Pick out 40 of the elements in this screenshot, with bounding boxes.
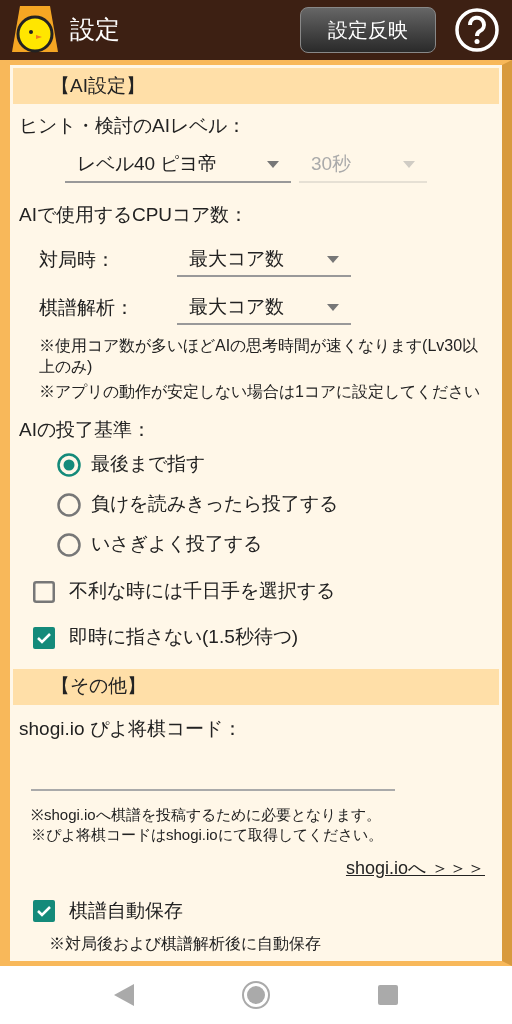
caret-icon: [327, 303, 339, 311]
dropdown[interactable]: レベル40 ピヨ帝: [65, 148, 291, 183]
note-text: ※ぴよ将棋コードはshogi.ioにて取得してください。: [31, 825, 384, 845]
caret-icon: [327, 255, 339, 263]
field-label: 対局時：: [39, 247, 116, 272]
note-text: ※対局後および棋譜解析後に自動保存: [48, 934, 322, 954]
section-heading: 【AI設定】: [13, 68, 499, 104]
radio-label: 負けを読みきったら投了する: [91, 492, 338, 517]
caret-icon: [403, 161, 415, 168]
apply-settings-button[interactable]: 設定反映: [300, 7, 436, 53]
dropdown[interactable]: 最大コア数: [177, 243, 351, 277]
screen-title: 設定: [70, 14, 120, 46]
checkbox-label: 不利な時には千日手を選択する: [69, 579, 335, 604]
field-label: AIで使用するCPUコア数：: [19, 202, 250, 227]
radio-button[interactable]: [57, 492, 81, 517]
note-text: ※使用コア数が多いほどAIの思考時間が速くなります(Lv30以上のみ): [39, 336, 480, 377]
field-label: AIの投了基準：: [19, 418, 152, 442]
caret-icon: [267, 161, 279, 168]
section-heading: 【その他】: [13, 668, 499, 705]
radio-label: いさぎよく投了する: [91, 532, 262, 557]
recents-icon[interactable]: [378, 985, 399, 1005]
checkbox[interactable]: [33, 626, 55, 649]
radio-button[interactable]: [57, 452, 81, 477]
checkbox[interactable]: [33, 580, 55, 603]
radio-button[interactable]: [57, 532, 81, 557]
dropdown[interactable]: 最大コア数: [177, 291, 351, 325]
field-label: 棋譜解析：: [39, 295, 135, 320]
home-icon[interactable]: [241, 980, 271, 1010]
field-label: shogi.io ぴよ将棋コード：: [19, 716, 243, 741]
note-text: ※アプリの動作が安定しない場合は1コアに設定してください: [39, 382, 481, 402]
checkbox[interactable]: [33, 900, 55, 922]
field-label: ヒント・検討のAIレベル：: [19, 114, 247, 138]
checkbox-label: 棋譜自動保存: [69, 898, 183, 923]
shogi-io-link[interactable]: shogi.ioへ ＞＞＞: [345, 855, 485, 882]
chick-logo-icon: [12, 6, 58, 54]
checkbox-label: 即時に指さない(1.5秒待つ): [69, 625, 299, 650]
help-icon[interactable]: [454, 7, 500, 53]
radio-label: 最後まで指す: [91, 452, 205, 477]
back-icon[interactable]: [113, 984, 134, 1006]
note-text: ※shogi.ioへ棋譜を投稿するために必要となります。: [31, 805, 382, 825]
